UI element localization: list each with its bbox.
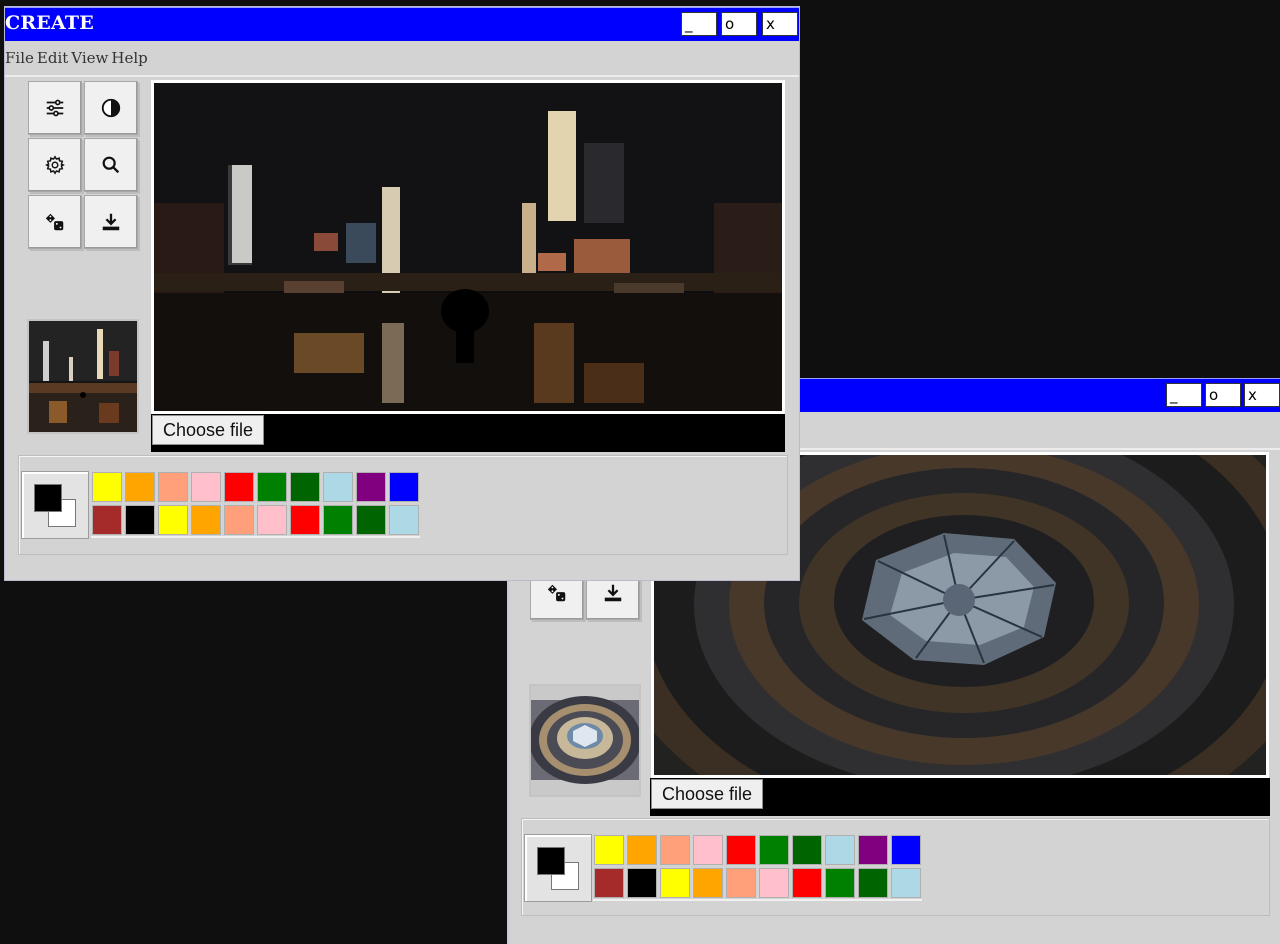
create-window: CREATE _ o x File Edit View Help Choose … <box>4 6 800 581</box>
minimize-button[interactable]: _ <box>1166 383 1202 407</box>
color-palette-panel <box>521 818 1270 916</box>
menu-bar: File Edit View Help <box>5 41 799 77</box>
maximize-button[interactable]: o <box>1205 383 1241 407</box>
city-mosaic-canvas-image <box>154 83 782 411</box>
color-swatch[interactable] <box>356 505 386 535</box>
color-swatch[interactable] <box>759 835 789 865</box>
color-swatch[interactable] <box>257 472 287 502</box>
color-palette-panel <box>18 455 788 555</box>
color-swatch[interactable] <box>726 835 756 865</box>
drawing-canvas[interactable] <box>154 83 782 411</box>
image-thumbnail[interactable] <box>529 684 641 797</box>
swatch-grid <box>593 834 922 901</box>
dice-icon <box>45 213 64 231</box>
color-swatch[interactable] <box>627 868 657 898</box>
gear-icon <box>45 155 65 175</box>
image-thumbnail[interactable] <box>27 319 139 434</box>
menu-file[interactable]: File <box>5 41 34 75</box>
color-swatch[interactable] <box>290 472 320 502</box>
color-swatch[interactable] <box>759 868 789 898</box>
color-swatch[interactable] <box>594 868 624 898</box>
color-swatch[interactable] <box>660 868 690 898</box>
menu-edit[interactable]: Edit <box>37 41 68 75</box>
color-swatch[interactable] <box>191 472 221 502</box>
color-swatch[interactable] <box>858 835 888 865</box>
color-selector[interactable] <box>524 834 592 902</box>
file-upload-bar: Choose file <box>151 414 785 452</box>
color-swatch[interactable] <box>693 835 723 865</box>
menu-view[interactable]: View <box>71 41 108 75</box>
color-swatch[interactable] <box>257 505 287 535</box>
canvas-frame <box>151 80 785 414</box>
download-button[interactable] <box>84 195 138 249</box>
color-swatch[interactable] <box>323 505 353 535</box>
search-icon <box>102 156 120 174</box>
dice-icon <box>547 584 566 602</box>
color-swatch[interactable] <box>290 505 320 535</box>
color-swatch[interactable] <box>792 868 822 898</box>
contrast-button[interactable] <box>84 81 138 135</box>
color-swatch[interactable] <box>891 868 921 898</box>
color-swatch[interactable] <box>125 505 155 535</box>
color-swatch[interactable] <box>726 868 756 898</box>
color-swatch[interactable] <box>389 505 419 535</box>
color-swatch[interactable] <box>92 472 122 502</box>
color-swatch[interactable] <box>693 868 723 898</box>
close-button[interactable]: x <box>762 12 798 36</box>
foreground-color-swatch[interactable] <box>34 484 62 512</box>
color-swatch[interactable] <box>825 835 855 865</box>
mosaic-thumbnail-image <box>531 696 639 784</box>
settings-button[interactable] <box>28 138 82 192</box>
color-swatch[interactable] <box>627 835 657 865</box>
color-swatch[interactable] <box>92 505 122 535</box>
window-title: CREATE <box>5 12 94 34</box>
color-swatch[interactable] <box>224 505 254 535</box>
download-icon <box>604 584 622 602</box>
title-bar[interactable]: CREATE _ o x <box>5 7 799 41</box>
color-swatch[interactable] <box>594 835 624 865</box>
swatch-grid <box>91 471 420 538</box>
maximize-button[interactable]: o <box>721 12 757 36</box>
color-swatch[interactable] <box>191 505 221 535</box>
color-swatch[interactable] <box>389 472 419 502</box>
foreground-color-swatch[interactable] <box>537 847 565 875</box>
choose-file-button[interactable]: Choose file <box>152 415 265 445</box>
download-icon <box>102 213 120 231</box>
color-swatch[interactable] <box>660 835 690 865</box>
minimize-button[interactable]: _ <box>681 12 717 36</box>
color-swatch[interactable] <box>792 835 822 865</box>
color-swatch[interactable] <box>825 868 855 898</box>
city-thumbnail-image <box>29 321 137 432</box>
color-swatch[interactable] <box>891 835 921 865</box>
randomize-button[interactable] <box>28 195 82 249</box>
menu-help[interactable]: Help <box>111 41 147 75</box>
color-swatch[interactable] <box>323 472 353 502</box>
color-swatch[interactable] <box>158 505 188 535</box>
color-swatch[interactable] <box>158 472 188 502</box>
color-swatch[interactable] <box>356 472 386 502</box>
color-selector[interactable] <box>21 471 89 539</box>
contrast-icon <box>101 98 121 118</box>
color-swatch[interactable] <box>125 472 155 502</box>
adjust-button[interactable] <box>28 81 82 135</box>
search-button[interactable] <box>84 138 138 192</box>
sliders-icon <box>46 99 64 117</box>
choose-file-button[interactable]: Choose file <box>651 779 764 809</box>
color-swatch[interactable] <box>858 868 888 898</box>
close-button[interactable]: x <box>1244 383 1280 407</box>
file-upload-bar: Choose file <box>650 778 1270 816</box>
color-swatch[interactable] <box>224 472 254 502</box>
